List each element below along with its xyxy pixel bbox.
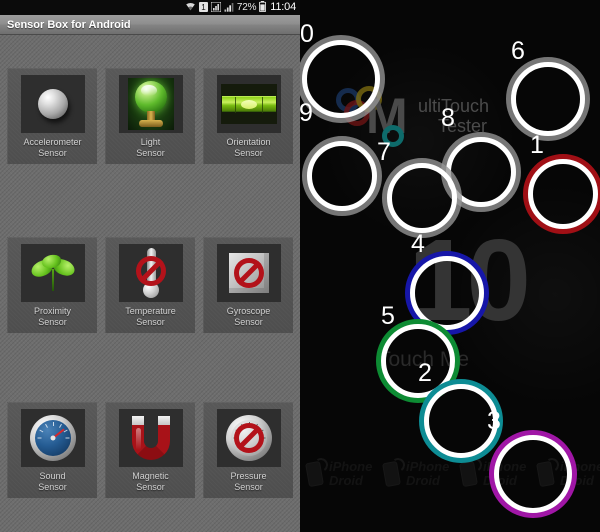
thermometer-icon: [118, 244, 183, 302]
sensor-row-1: Accelerometer Sensor Light Sensor Orient…: [0, 68, 300, 164]
spirit-level-icon: [216, 75, 281, 133]
sensor-row-2: Proximity Sensor Temperature Sensor Gyro…: [0, 237, 300, 333]
sensor-label-line2: Sensor: [234, 317, 263, 327]
sensor-label-line1: Temperature: [125, 306, 176, 316]
horseshoe-magnet-icon: [118, 409, 183, 467]
sensor-label-line1: Light: [140, 137, 161, 147]
touch-ring-label-3: 3: [487, 407, 501, 435]
sensor-label-line1: Accelerometer: [23, 137, 82, 147]
watermark-phone-line2: Droid: [406, 473, 440, 488]
sprout-plant-icon: [20, 244, 85, 302]
disabled-no-entry-icon: [233, 423, 264, 453]
touch-ring-inner-3: [494, 435, 572, 513]
sensor-label-line2: Sensor: [38, 482, 67, 492]
touch-ring-label-4: 4: [411, 230, 425, 258]
iphonedroid-watermark: iPhone Droid: [305, 456, 391, 490]
sensor-box-app: 1 72% 11:04 Sensor Box for Android Accel…: [0, 0, 300, 532]
sensor-tile-proximity[interactable]: Proximity Sensor: [7, 237, 97, 333]
touch-ring-label-2: 2: [418, 359, 432, 387]
sensor-label-line1: Magnetic: [132, 471, 169, 481]
sensor-label-line1: Proximity: [33, 306, 71, 316]
phone-icon: [382, 456, 407, 488]
touch-ring-label-9: 9: [300, 99, 313, 127]
green-lamp-icon: [118, 75, 183, 133]
sensor-tile-light[interactable]: Light Sensor: [105, 68, 195, 164]
touch-ring-inner-6: [511, 62, 585, 136]
sensor-label-line2: Sensor: [38, 148, 67, 158]
watermark-phone-line1: iPhone: [406, 459, 450, 474]
touch-ring-label-7: 7: [377, 138, 391, 166]
sensor-label-accelerometer: Accelerometer Sensor: [23, 137, 81, 159]
sensor-label-pressure: Pressure Sensor: [230, 471, 266, 493]
disabled-no-entry-icon: [233, 258, 264, 288]
app-title: Sensor Box for Android: [7, 18, 131, 31]
sensor-label-temperature: Temperature Sensor: [125, 306, 176, 328]
sensor-tile-pressure[interactable]: Pressure Sensor: [203, 402, 293, 498]
iphonedroid-watermark-text: iPhone Droid: [406, 460, 449, 488]
touch-canvas[interactable]: M ultiTouch Tester 10 Touch Me iPhone Dr…: [300, 0, 600, 532]
phone-icon: [305, 456, 330, 488]
sensor-label-orientation: Orientation Sensor: [226, 137, 270, 159]
touch-ring-label-6: 6: [511, 37, 525, 65]
cube-icon: [216, 244, 281, 302]
disabled-no-entry-icon: [135, 256, 166, 286]
touch-ring-label-5: 5: [381, 302, 395, 330]
sensor-label-line1: Gyroscope: [226, 306, 271, 316]
sensor-tile-temperature[interactable]: Temperature Sensor: [105, 237, 195, 333]
iphonedroid-watermark-text: iPhone Droid: [329, 460, 372, 488]
sensor-label-magnetic: Magnetic Sensor: [132, 471, 169, 493]
touch-ring-inner-0: [302, 40, 380, 118]
blue-gauge-icon: [20, 409, 85, 467]
touch-ring-label-1: 1: [530, 131, 544, 159]
sensor-label-line2: Sensor: [234, 482, 263, 492]
svg-text:1: 1: [201, 3, 206, 12]
sensor-label-line1: Orientation: [226, 137, 271, 147]
sensor-label-line2: Sensor: [234, 148, 263, 158]
touch-ring-label-8: 8: [441, 104, 455, 132]
iphonedroid-watermark: iPhone Droid: [382, 456, 468, 490]
watermark-phone-line2: Droid: [329, 473, 363, 488]
sensor-tile-orientation[interactable]: Orientation Sensor: [203, 68, 293, 164]
sensor-label-line2: Sensor: [136, 317, 165, 327]
battery-percent-label: 72%: [236, 1, 257, 13]
grey-gauge-icon: [216, 409, 281, 467]
sensor-label-line1: Pressure: [230, 471, 267, 481]
sensor-tile-sound[interactable]: Sound Sensor: [7, 402, 97, 498]
sensor-label-sound: Sound Sensor: [38, 471, 67, 493]
touch-ring-inner-7: [387, 163, 457, 233]
android-status-bar: 1 72% 11:04: [0, 0, 300, 15]
multitouch-tester-app[interactable]: M ultiTouch Tester 10 Touch Me iPhone Dr…: [300, 0, 600, 532]
sensor-label-line2: Sensor: [38, 317, 67, 327]
metal-ball-icon: [20, 75, 85, 133]
sensor-tile-gyroscope[interactable]: Gyroscope Sensor: [203, 237, 293, 333]
watermark-phone-line1: iPhone: [329, 459, 373, 474]
sensor-label-proximity: Proximity Sensor: [34, 306, 71, 328]
sensor-label-line2: Sensor: [136, 148, 165, 158]
touch-ring-inner-9: [307, 141, 377, 211]
sensor-label-gyroscope: Gyroscope Sensor: [227, 306, 271, 328]
sensor-label-line2: Sensor: [136, 482, 165, 492]
touch-ring-label-0: 0: [300, 20, 314, 48]
touch-ring-inner-1: [528, 159, 598, 229]
app-title-bar: Sensor Box for Android: [0, 15, 300, 35]
sensor-row-3: Sound Sensor Magnetic Sensor Pressure Se…: [0, 402, 300, 498]
status-bar-clock: 11:04: [270, 1, 296, 13]
sensor-label-light: Light Sensor: [136, 137, 165, 159]
screenshot-root: 1 72% 11:04 Sensor Box for Android Accel…: [0, 0, 600, 532]
sensor-tile-accelerometer[interactable]: Accelerometer Sensor: [7, 68, 97, 164]
sensor-label-line1: Sound: [39, 471, 66, 481]
sensor-tile-magnetic[interactable]: Magnetic Sensor: [105, 402, 195, 498]
